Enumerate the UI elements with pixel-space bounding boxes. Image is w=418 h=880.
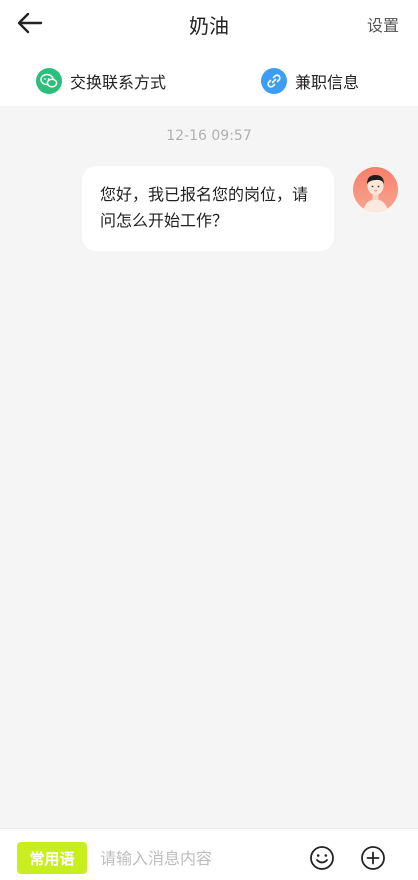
job-info-label: 兼职信息 [295, 73, 360, 92]
job-info-button[interactable]: 兼职信息 [261, 68, 359, 94]
page-title: 奶油 [189, 14, 229, 38]
exchange-contact-label: 交换联系方式 [70, 73, 167, 92]
message-input[interactable] [100, 842, 290, 874]
composer-bar: 常用语 [0, 828, 418, 880]
wechat-icon [36, 68, 62, 94]
message-timestamp: 12-16 09:57 [166, 128, 252, 144]
plus-circle-icon [361, 846, 385, 870]
link-icon [261, 68, 287, 94]
more-button[interactable] [360, 845, 386, 871]
chat-page: 奶油 设置 交换联系方式 兼职信息 12-16 09:57 您好，我已报名您的岗… [0, 0, 418, 880]
avatar[interactable] [353, 167, 398, 212]
message-bubble[interactable]: 您好，我已报名您的岗位，请问怎么开始工作？ [82, 166, 334, 251]
header: 奶油 设置 [0, 0, 418, 46]
common-phrases-button[interactable]: 常用语 [17, 842, 87, 874]
action-bar: 交换联系方式 兼职信息 [0, 46, 418, 106]
exchange-contact-button[interactable]: 交换联系方式 [36, 68, 166, 94]
emoji-button[interactable] [309, 845, 335, 871]
chat-area[interactable]: 12-16 09:57 您好，我已报名您的岗位，请问怎么开始工作？ [0, 106, 418, 828]
settings-button[interactable]: 设置 [367, 12, 399, 36]
emoji-icon [310, 846, 334, 870]
